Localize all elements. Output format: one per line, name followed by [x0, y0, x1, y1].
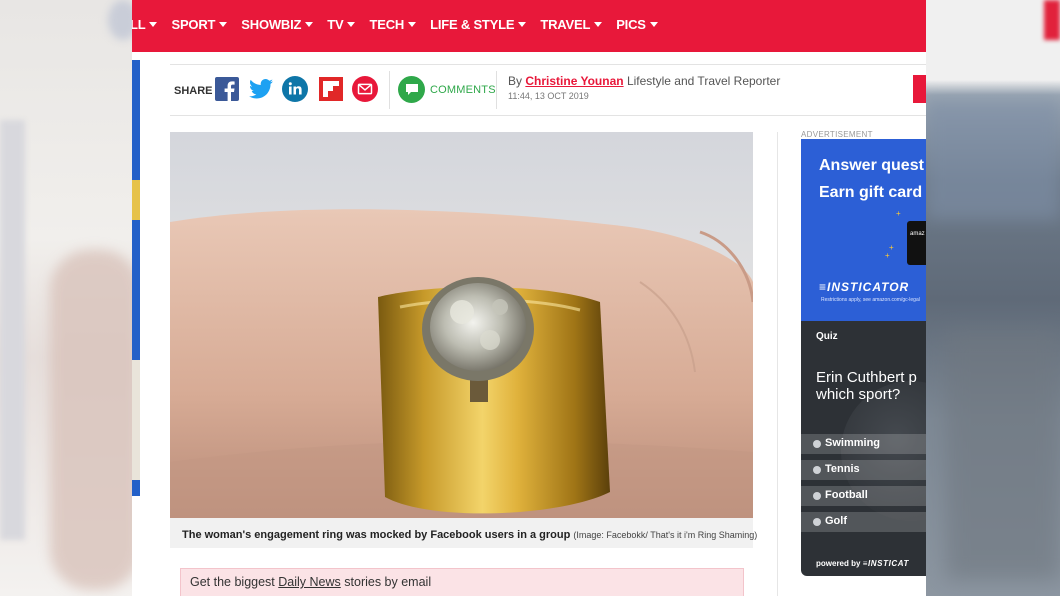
blurred-right-background — [926, 0, 1060, 596]
powered-by: powered by ≡INSTICAT — [816, 559, 910, 568]
chevron-down-icon — [305, 21, 314, 27]
sparkle-icon: + — [885, 251, 890, 260]
author-role: Lifestyle and Travel Reporter — [626, 74, 781, 88]
image-caption: The woman's engagement ring was mocked b… — [182, 529, 757, 541]
author-link[interactable]: Christine Younan — [525, 74, 623, 88]
quiz-question-line-1: Erin Cuthbert p — [816, 369, 917, 386]
email-icon[interactable] — [352, 76, 378, 102]
sparkle-icon: + — [896, 209, 901, 218]
chevron-down-icon — [518, 21, 527, 27]
publish-timestamp: 11:44, 13 OCT 2019 — [508, 91, 589, 101]
radio-icon — [813, 466, 821, 474]
amazon-card-icon: amaz — [907, 221, 926, 265]
chevron-down-icon — [649, 21, 658, 27]
nav-item-tv[interactable]: TV — [327, 17, 356, 32]
blurred-left-background — [0, 0, 132, 596]
article-page: LL SPORT SHOWBIZ TV TECH LIFE & STYLE TR… — [132, 0, 926, 596]
ad-headline-2: Earn gift card — [819, 184, 923, 201]
caption-text: The woman's engagement ring was mocked b… — [182, 529, 571, 541]
comment-bubble-icon — [398, 76, 425, 103]
ad-headline-1: Answer quest — [819, 157, 924, 174]
twitter-icon[interactable] — [248, 76, 274, 102]
quiz-widget: Quiz Erin Cuthbert p which sport? Swimmi… — [801, 321, 926, 576]
linkedin-icon[interactable] — [282, 76, 308, 102]
chevron-down-icon — [219, 21, 228, 27]
byline: By Christine Younan Lifestyle and Travel… — [508, 74, 780, 88]
radio-icon — [813, 440, 821, 448]
chevron-down-icon — [149, 21, 158, 27]
nav-item-life-style[interactable]: LIFE & STYLE — [430, 17, 527, 32]
caption-credit: (Image: Facebokk/ That's it i'm Ring Sha… — [573, 530, 758, 540]
quiz-option-label: Swimming — [825, 437, 881, 449]
quiz-option-label: Football — [825, 489, 868, 501]
quiz-option-label: Tennis — [825, 463, 860, 475]
quiz-option-football[interactable]: Football — [801, 486, 926, 506]
radio-icon — [813, 518, 821, 526]
quiz-option-golf[interactable]: Golf — [801, 512, 926, 532]
quiz-question-line-2: which sport? — [816, 386, 901, 403]
newsletter-signup: Get the biggest Daily News stories by em… — [180, 568, 744, 596]
byline-prefix: By — [508, 74, 523, 88]
quiz-option-tennis[interactable]: Tennis — [801, 460, 926, 480]
share-label: SHARE — [174, 85, 213, 97]
nav-item-showbiz[interactable]: SHOWBIZ — [241, 17, 314, 32]
byline-divider — [496, 71, 497, 109]
advertisement-label: ADVERTISEMENT — [801, 130, 873, 139]
quiz-option-swimming[interactable]: Swimming — [801, 434, 926, 454]
nav-item-tech[interactable]: TECH — [369, 17, 417, 32]
share-bar: SHARE COMMENTS By Christine Younan Lifes… — [170, 64, 926, 116]
newsletter-link[interactable]: Daily News — [278, 575, 341, 589]
sidebar-divider — [777, 132, 778, 596]
comments-button[interactable]: COMMENTS — [398, 76, 496, 103]
nav-item-all[interactable]: LL — [132, 17, 158, 32]
comments-label: COMMENTS — [430, 83, 496, 96]
nav-item-sport[interactable]: SPORT — [171, 17, 228, 32]
quiz-tag: Quiz — [816, 331, 838, 342]
quiz-option-label: Golf — [825, 515, 847, 527]
ad-fine-print: Restrictions apply, see amazon.com/gc-le… — [821, 297, 920, 303]
follow-button[interactable] — [913, 75, 926, 103]
chevron-down-icon — [408, 21, 417, 27]
facebook-icon[interactable] — [214, 76, 240, 102]
left-skyscraper-ad[interactable] — [132, 60, 140, 496]
nav-item-travel[interactable]: TRAVEL — [540, 17, 603, 32]
chevron-down-icon — [347, 21, 356, 27]
nav-item-pics[interactable]: PICS — [616, 17, 658, 32]
insticator-ad[interactable]: Answer quest Earn gift card + + + amaz ≡… — [801, 139, 926, 321]
share-divider — [389, 71, 390, 109]
flipboard-icon[interactable] — [318, 76, 344, 102]
article-photo[interactable] — [170, 132, 753, 518]
article-image-figure: The woman's engagement ring was mocked b… — [170, 132, 757, 548]
newsletter-prefix: Get the biggest — [190, 575, 275, 589]
ad-brand-logo: ≡INSTICATOR — [819, 280, 910, 294]
newsletter-suffix: stories by email — [344, 575, 432, 589]
radio-icon — [813, 492, 821, 500]
chevron-down-icon — [594, 21, 603, 27]
top-navigation: LL SPORT SHOWBIZ TV TECH LIFE & STYLE TR… — [132, 0, 926, 52]
